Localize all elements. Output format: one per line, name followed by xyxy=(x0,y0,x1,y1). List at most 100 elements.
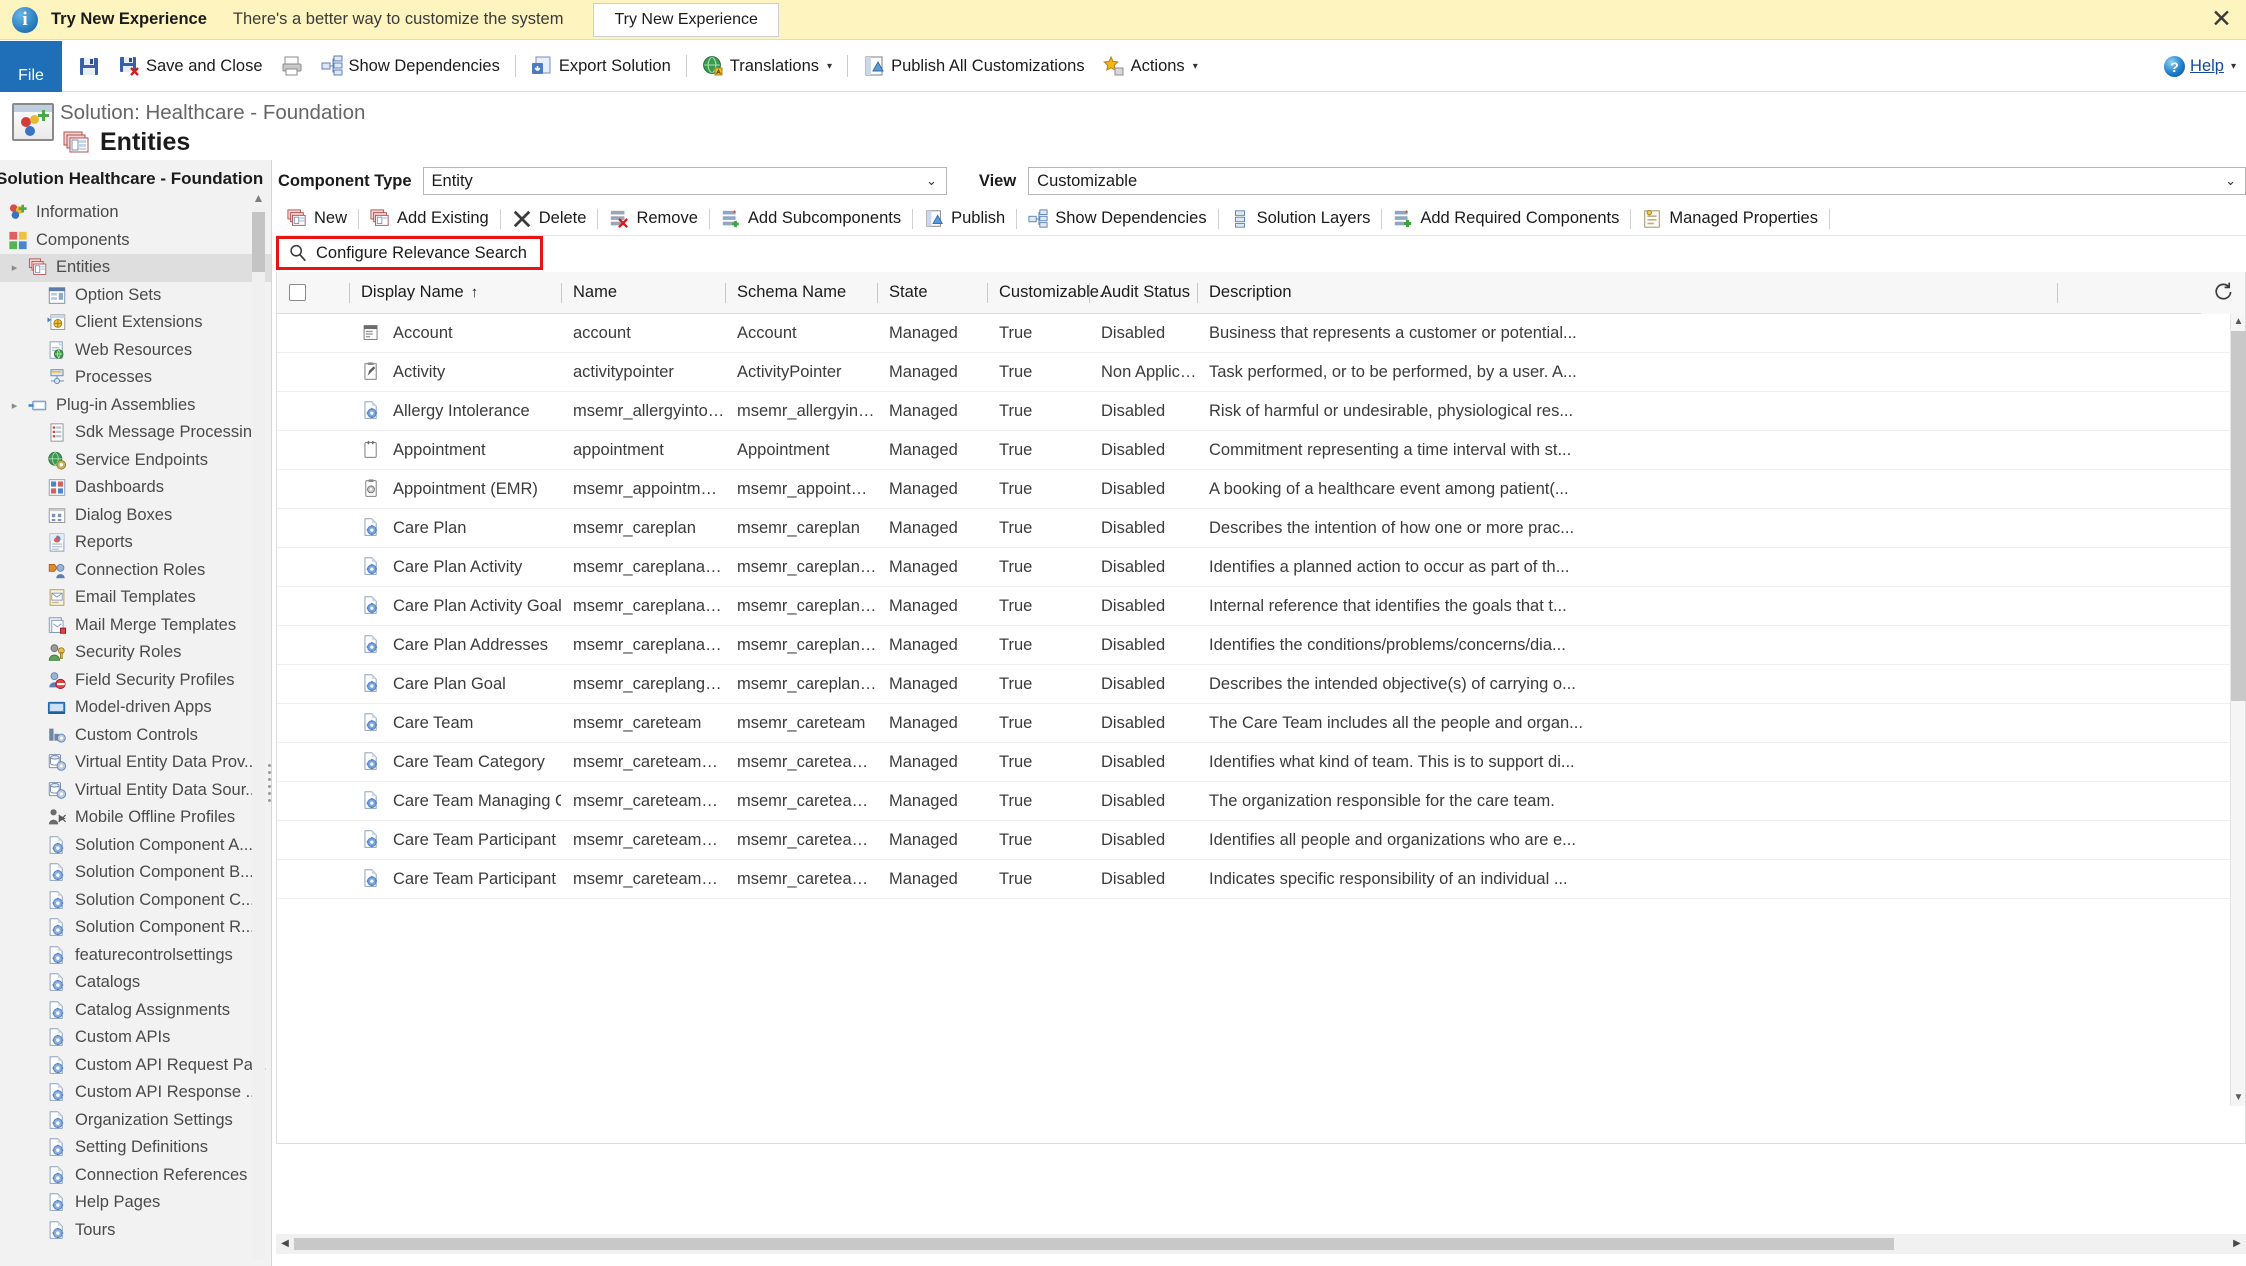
sidebar-item-dialog-boxes[interactable]: ▸ Dialog Boxes xyxy=(0,502,271,530)
help-button[interactable]: ? Help ▾ xyxy=(2164,41,2236,92)
add-existing-button[interactable]: Add Existing xyxy=(359,202,500,236)
sidebar-item-organization-settings[interactable]: ▸ Organization Settings xyxy=(0,1107,271,1135)
scroll-right-arrow[interactable]: ▶ xyxy=(2228,1234,2246,1254)
publish-button[interactable]: Publish xyxy=(913,202,1016,236)
expand-arrow-icon[interactable]: ▸ xyxy=(8,261,21,274)
sidebar-item-solution-component-a[interactable]: ▸ Solution Component A... xyxy=(0,832,271,860)
sidebar-item-processes[interactable]: ▸ Processes xyxy=(0,364,271,392)
sidebar-item-field-security-profiles[interactable]: ▸ Field Security Profiles xyxy=(0,667,271,695)
show-dependencies-button[interactable]: Show Dependencies xyxy=(312,41,509,92)
scroll-up-arrow[interactable]: ▲ xyxy=(2231,314,2246,330)
configure-relevance-search-button[interactable]: Configure Relevance Search xyxy=(276,236,543,270)
show-dependencies-grid-button[interactable]: Show Dependencies xyxy=(1017,202,1217,236)
column-header-name[interactable]: Name xyxy=(561,272,725,314)
sidebar-item-catalog-assignments[interactable]: ▸ Catalog Assignments xyxy=(0,997,271,1025)
sidebar-item-email-templates[interactable]: ▸ Email Templates xyxy=(0,584,271,612)
sidebar-item-model-driven-apps[interactable]: ▸ Model-driven Apps xyxy=(0,694,271,722)
sidebar-item-components[interactable]: Components xyxy=(0,227,271,255)
view-select[interactable]: Customizable ⌄ xyxy=(1028,167,2246,195)
scroll-up-arrow[interactable]: ▲ xyxy=(252,190,265,206)
sidebar-item-security-roles[interactable]: ▸ Security Roles xyxy=(0,639,271,667)
sidebar-item-web-resources[interactable]: ▸ Web Resources xyxy=(0,337,271,365)
column-header-display_name[interactable]: Display Name ↑ xyxy=(349,272,561,314)
table-row[interactable]: Care Team msemr_careteam msemr_careteam Man… xyxy=(277,704,2245,743)
table-row[interactable]: Care Plan Activity msemr_careplanactivity… xyxy=(277,548,2245,587)
try-new-experience-button[interactable]: Try New Experience xyxy=(593,2,779,37)
sidebar-item-connection-references[interactable]: ▸ Connection References xyxy=(0,1162,271,1190)
table-row[interactable]: Care Team Participant Role msemr_careteam… xyxy=(277,860,2245,899)
table-row[interactable]: Activity activitypointer ActivityPointer Ma… xyxy=(277,353,2245,392)
component-type-select[interactable]: Entity ⌄ xyxy=(422,167,947,195)
export-solution-button[interactable]: Export Solution xyxy=(522,41,680,92)
remove-button[interactable]: Remove xyxy=(598,202,708,236)
sidebar-scrollbar[interactable]: ▲ xyxy=(252,190,265,1260)
sidebar-item-solution-component-r[interactable]: ▸ Solution Component R... xyxy=(0,914,271,942)
sidebar-resize-grip[interactable] xyxy=(265,760,271,810)
scroll-down-arrow[interactable]: ▼ xyxy=(2231,1090,2246,1106)
sidebar-item-connection-roles[interactable]: ▸ Connection Roles xyxy=(0,557,271,585)
table-row[interactable]: Care Plan msemr_careplan msemr_careplan Man… xyxy=(277,509,2245,548)
solution-layers-button[interactable]: Solution Layers xyxy=(1219,202,1382,236)
sidebar-item-information[interactable]: Information xyxy=(0,199,271,227)
sidebar-item-plug-in-assemblies[interactable]: ▸ Plug-in Assemblies xyxy=(0,392,271,420)
sidebar-item-solution-component-b[interactable]: ▸ Solution Component B... xyxy=(0,859,271,887)
expand-arrow-icon[interactable]: ▸ xyxy=(8,399,21,412)
print-button[interactable] xyxy=(272,41,312,92)
table-row[interactable]: Care Team Managing Organiza... msemr_care… xyxy=(277,782,2245,821)
sidebar-item-service-endpoints[interactable]: ▸ Service Endpoints xyxy=(0,447,271,475)
table-row[interactable]: Account account Account Managed True Disabled… xyxy=(277,314,2245,353)
sidebar-item-help-pages[interactable]: ▸ Help Pages xyxy=(0,1189,271,1217)
sidebar-item-setting-definitions[interactable]: ▸ Setting Definitions xyxy=(0,1134,271,1162)
column-header-schema_name[interactable]: Schema Name xyxy=(725,272,877,314)
sidebar-item-catalogs[interactable]: ▸ Catalogs xyxy=(0,969,271,997)
grid-vertical-scrollbar[interactable]: ▲ ▼ xyxy=(2230,314,2246,1106)
table-row[interactable]: Care Team Participant msemr_careteamparti… xyxy=(277,821,2245,860)
scroll-left-arrow[interactable]: ◀ xyxy=(276,1234,294,1254)
sidebar-item-custom-apis[interactable]: ▸ Custom APIs xyxy=(0,1024,271,1052)
sidebar-item-mail-merge-templates[interactable]: ▸ Mail Merge Templates xyxy=(0,612,271,640)
save-and-close-button[interactable]: Save and Close xyxy=(109,41,272,92)
sidebar-item-custom-api-request-pa[interactable]: ▸ Custom API Request Pa... xyxy=(0,1052,271,1080)
sidebar-item-custom-api-response[interactable]: ▸ Custom API Response ... xyxy=(0,1079,271,1107)
sidebar-item-option-sets[interactable]: ▸ Option Sets xyxy=(0,282,271,310)
publish-all-customizations-button[interactable]: Publish All Customizations xyxy=(854,41,1094,92)
table-row[interactable]: Care Plan Addresses msemr_careplanaddre..… xyxy=(277,626,2245,665)
save-button[interactable] xyxy=(62,41,109,92)
table-row[interactable]: Care Plan Activity Goal msemr_careplanact… xyxy=(277,587,2245,626)
sidebar-item-tours[interactable]: ▸ Tours xyxy=(0,1217,271,1245)
sidebar-item-entities[interactable]: ▸ Entities xyxy=(0,254,271,282)
column-header-state[interactable]: State xyxy=(877,272,987,314)
actions-button[interactable]: Actions ▾ xyxy=(1094,41,1207,92)
sidebar-item-custom-controls[interactable]: ▸ Custom Controls xyxy=(0,722,271,750)
sidebar-item-solution-component-c[interactable]: ▸ Solution Component C... xyxy=(0,887,271,915)
sidebar-item-client-extensions[interactable]: ▸ Client Extensions xyxy=(0,309,271,337)
table-row[interactable]: Care Plan Goal msemr_careplangoal msemr_ca… xyxy=(277,665,2245,704)
managed-properties-button[interactable]: Managed Properties xyxy=(1631,202,1829,236)
close-icon[interactable]: ✕ xyxy=(2211,7,2232,32)
new-button[interactable]: New xyxy=(276,202,358,236)
delete-button[interactable]: Delete xyxy=(501,202,598,236)
table-row[interactable]: Allergy Intolerance msemr_allergyintolera… xyxy=(277,392,2245,431)
column-header-description[interactable]: Description xyxy=(1197,272,2057,314)
sidebar-scroll-thumb[interactable] xyxy=(252,212,265,272)
sidebar-item-virtual-entity-data-sour[interactable]: ▸ Virtual Entity Data Sour... xyxy=(0,777,271,805)
grid-vscroll-thumb[interactable] xyxy=(2231,331,2246,701)
table-row[interactable]: Appointment appointment Appointment Managed… xyxy=(277,431,2245,470)
select-all-checkbox[interactable] xyxy=(289,284,306,301)
sidebar-item-reports[interactable]: ▸ Reports xyxy=(0,529,271,557)
column-header-customizable[interactable]: Customizable... xyxy=(987,272,1113,314)
table-row[interactable]: Care Team Category msemr_careteamcateg...… xyxy=(277,743,2245,782)
column-header-check[interactable] xyxy=(277,272,349,314)
add-subcomponents-button[interactable]: Add Subcomponents xyxy=(710,202,912,236)
translations-button[interactable]: Translations ▾ xyxy=(693,41,841,92)
sidebar-item-featurecontrolsettings[interactable]: ▸ featurecontrolsettings xyxy=(0,942,271,970)
column-header-audit_status[interactable]: Audit Status xyxy=(1089,272,1197,314)
grid-horizontal-scrollbar[interactable]: ◀ ▶ xyxy=(276,1234,2246,1254)
sidebar-item-virtual-entity-data-prov[interactable]: ▸ Virtual Entity Data Prov... xyxy=(0,749,271,777)
file-menu-tab[interactable]: File xyxy=(0,40,62,92)
grid-hscroll-thumb[interactable] xyxy=(294,1238,1894,1250)
add-required-components-button[interactable]: Add Required Components xyxy=(1382,202,1630,236)
sidebar-item-mobile-offline-profiles[interactable]: ▸ Mobile Offline Profiles xyxy=(0,804,271,832)
refresh-button[interactable] xyxy=(2201,272,2245,314)
sidebar-item-dashboards[interactable]: ▸ Dashboards xyxy=(0,474,271,502)
